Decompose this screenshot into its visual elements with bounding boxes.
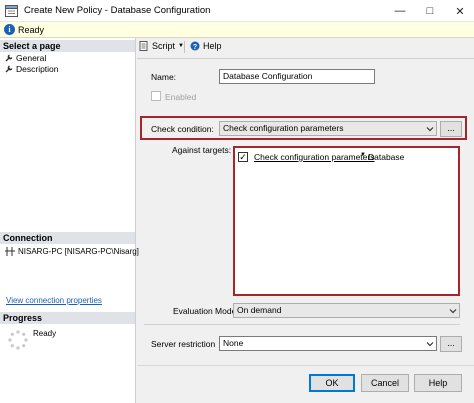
target-checkbox[interactable]: ✓ [238,152,248,162]
script-icon [139,41,148,51]
connection-info: NISARG-PC [NISARG-PC\Nisarg] [5,247,139,256]
help-label: Help [203,41,222,51]
help-button[interactable]: Help [414,374,462,392]
progress-text: Ready [33,329,57,338]
toolbar-help-button[interactable]: ? Help [190,41,222,51]
chevron-down-icon[interactable]: ▼ [360,152,366,158]
evaluation-mode-dropdown[interactable]: On demand [233,303,460,318]
server-restriction-browse-button[interactable]: ... [440,336,462,352]
script-label: Script [152,41,176,51]
evaluation-mode-value: On demand [237,305,282,315]
ok-button[interactable]: OK [309,374,355,392]
group-separator [144,324,460,325]
status-text: Ready [18,25,45,35]
bottom-separator [137,365,474,366]
check-condition-value: Check configuration parameters [223,123,344,133]
page-item-general[interactable]: General [5,53,46,63]
chevron-down-icon [449,309,457,314]
target-condition-link[interactable]: Check configuration parameters [254,152,374,162]
check-condition-browse-button[interactable]: ... [440,121,462,137]
evaluation-mode-label: Evaluation Mode: [173,306,239,316]
server-restriction-dropdown[interactable]: None [219,336,437,351]
connection-text: NISARG-PC [NISARG-PC\Nisarg] [18,247,139,256]
info-icon: i [4,24,15,35]
connection-header: Connection [0,232,135,244]
chevron-down-icon [426,127,434,132]
name-input[interactable]: Database Configuration [219,69,375,84]
wrench-icon [5,54,13,62]
view-connection-properties-link[interactable]: View connection properties [6,296,102,305]
check-condition-label: Check condition: [151,124,214,134]
cancel-button[interactable]: Cancel [361,374,409,392]
targets-list: ✓ Check configuration parameters ▼ Datab… [233,146,460,296]
wrench-icon [5,65,13,73]
page-item-label: General [16,53,47,63]
server-connection-icon [5,247,15,256]
left-pane: Select a page General Description Connec… [0,38,139,403]
against-targets-label: Against targets: [172,145,232,155]
progress-spinner-icon [8,330,28,350]
svg-text:?: ? [193,44,197,51]
status-strip: i Ready [0,22,474,38]
target-type: Database [368,152,405,162]
page-item-label: Description [16,64,59,74]
name-label: Name: [151,72,177,82]
window-title: Create New Policy - Database Configurati… [24,5,211,16]
close-icon[interactable]: ✕ [445,0,474,22]
enabled-label: Enabled [165,92,197,102]
check-condition-dropdown[interactable]: Check configuration parameters [219,121,437,136]
script-button[interactable]: Script ▼ [139,41,184,51]
server-restriction-label: Server restriction [151,339,216,349]
page-item-description[interactable]: Description [5,64,59,74]
select-page-header: Select a page [0,40,135,52]
chevron-down-icon [426,342,434,347]
maximize-icon[interactable]: □ [415,0,445,22]
help-icon: ? [190,41,200,51]
server-restriction-value: None [223,338,244,348]
progress-header: Progress [0,312,135,324]
minimize-icon[interactable]: — [385,0,415,22]
toolbar-separator [137,58,474,59]
toolbar-divider [184,41,185,53]
title-bar: Create New Policy - Database Configurati… [0,0,474,22]
enabled-checkbox[interactable] [151,91,161,101]
policy-app-icon [5,5,18,17]
